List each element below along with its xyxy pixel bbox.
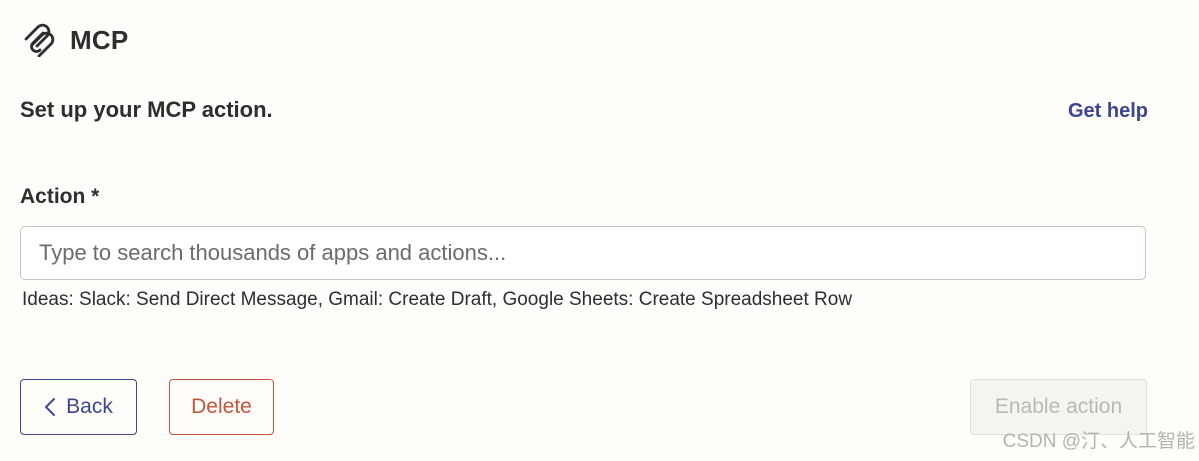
back-button-label: Back xyxy=(66,395,113,418)
chevron-left-icon xyxy=(44,397,56,417)
delete-button-label: Delete xyxy=(191,395,252,418)
action-field-label: Action * xyxy=(20,185,100,208)
app-title: MCP xyxy=(70,24,129,55)
app-header: MCP xyxy=(22,20,128,60)
action-ideas-hint: Ideas: Slack: Send Direct Message, Gmail… xyxy=(22,289,853,310)
back-button[interactable]: Back xyxy=(20,379,137,435)
mcp-logo-icon xyxy=(22,23,56,57)
action-search-box[interactable] xyxy=(20,226,1146,280)
enable-action-button-label: Enable action xyxy=(994,395,1123,418)
get-help-link[interactable]: Get help xyxy=(1068,100,1148,123)
action-search-input[interactable] xyxy=(21,227,1145,279)
watermark: CSDN @汀、人工智能 xyxy=(1002,431,1195,452)
delete-button[interactable]: Delete xyxy=(169,379,274,435)
setup-subtitle: Set up your MCP action. xyxy=(20,97,273,122)
